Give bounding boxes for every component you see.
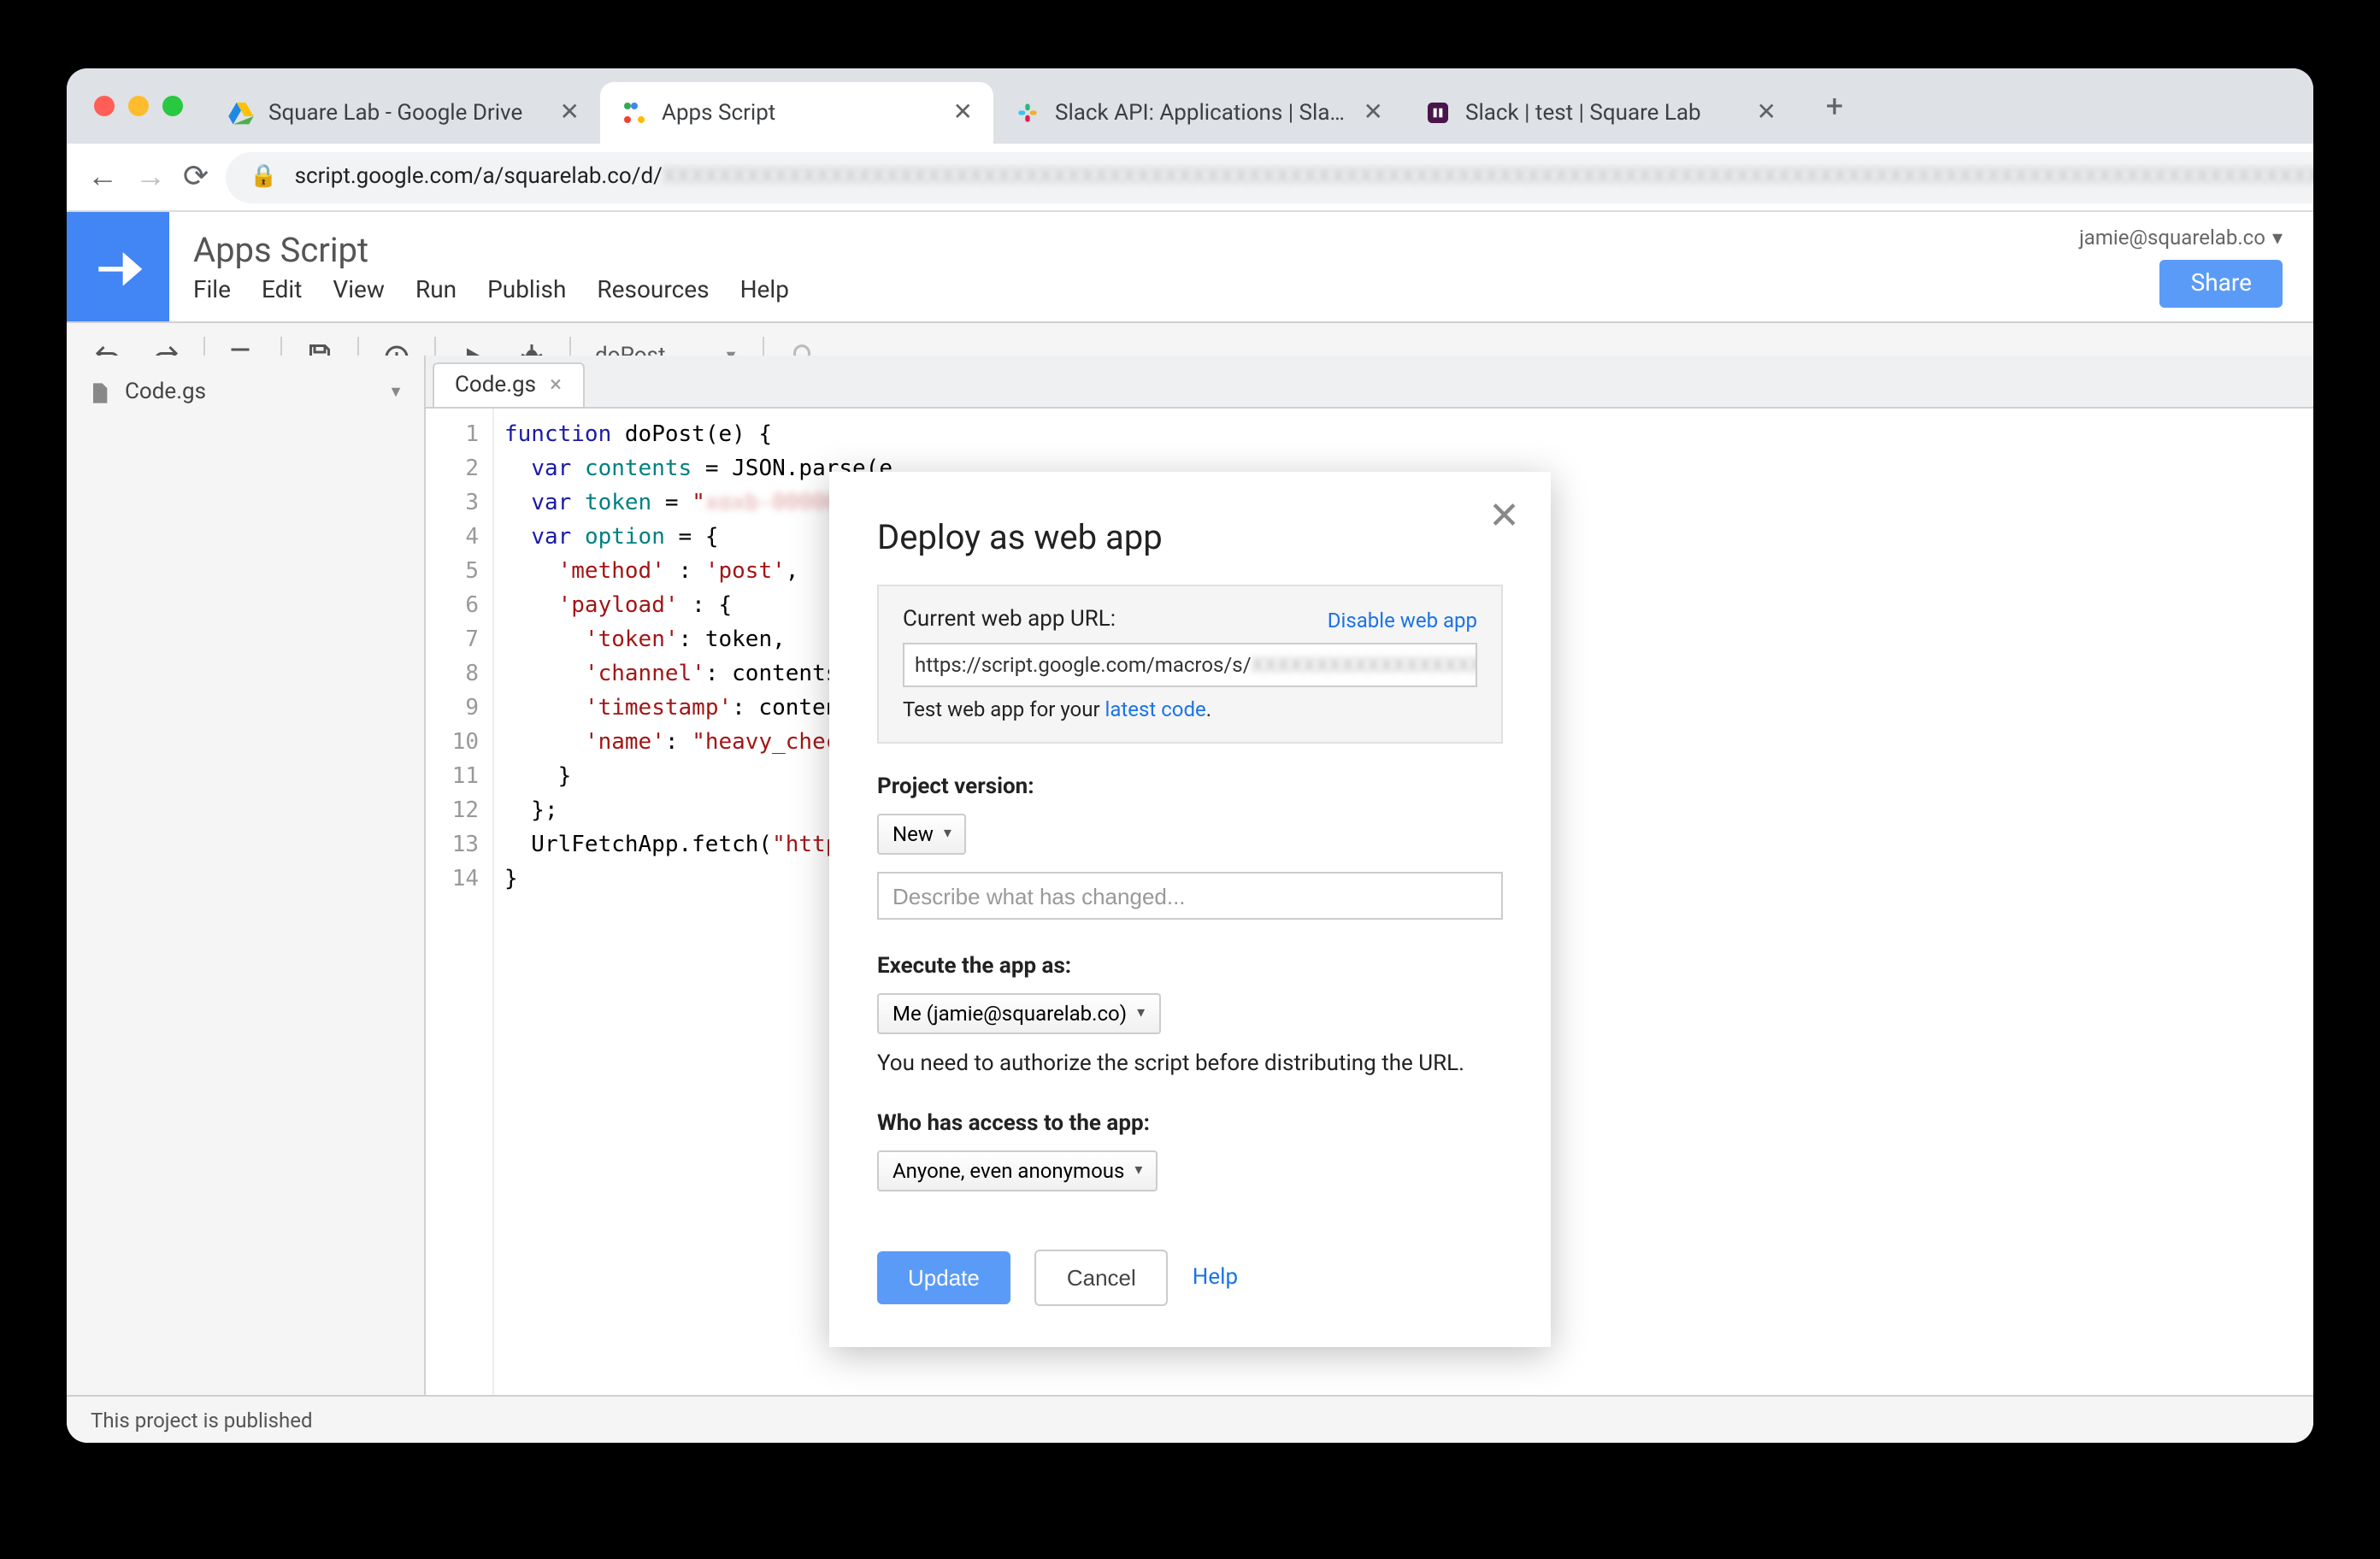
header-right: jamie@squarelab.co ▾ Share — [2079, 212, 2313, 321]
menu-bar: File Edit View Run Publish Resources Hel… — [193, 277, 2055, 304]
tab-apps-script[interactable]: Apps Script ✕ — [600, 82, 993, 144]
chevron-down-icon[interactable]: ▼ — [388, 383, 404, 402]
authorize-note: You need to authorize the script before … — [877, 1051, 1503, 1077]
tab-slack-api[interactable]: Slack API: Applications | Slack ✕ — [993, 82, 1404, 144]
status-text: This project is published — [91, 1408, 313, 1432]
menu-resources[interactable]: Resources — [597, 277, 709, 304]
arrow-icon — [89, 238, 147, 296]
url-text: script.google.com/a/squarelab.co/d/XXXXX… — [295, 164, 2313, 190]
window-controls — [84, 96, 207, 116]
caret-icon: ▾ — [1134, 1162, 1142, 1180]
version-select[interactable]: New ▾ — [877, 814, 967, 855]
describe-input[interactable] — [877, 872, 1503, 920]
file-sidebar: Code.gs ▼ — [67, 356, 426, 1395]
execute-value: Me (jamie@squarelab.co) — [892, 1002, 1127, 1026]
deploy-dialog: ✕ Deploy as web app Current web app URL:… — [829, 472, 1551, 1347]
url-bar: ← → ⟳ 🔒 script.google.com/a/squarelab.co… — [67, 144, 2313, 212]
tab-title: Slack API: Applications | Slack — [1055, 100, 1350, 126]
menu-view[interactable]: View — [333, 277, 385, 304]
window-minimize[interactable] — [128, 96, 149, 116]
execute-label: Execute the app as: — [877, 954, 1503, 980]
dialog-close[interactable]: ✕ — [1488, 496, 1520, 538]
version-value: New — [892, 822, 934, 846]
file-name: Code.gs — [125, 379, 206, 405]
app-title: Apps Script — [193, 229, 2055, 270]
file-item[interactable]: Code.gs ▼ — [67, 369, 424, 415]
reload-button[interactable]: ⟳ — [183, 159, 209, 195]
lock-icon: 🔒 — [250, 164, 277, 190]
menu-edit[interactable]: Edit — [262, 277, 302, 304]
tab-drive[interactable]: Square Lab - Google Drive ✕ — [207, 82, 600, 144]
close-icon[interactable]: × — [550, 373, 562, 398]
caret-icon: ▾ — [1137, 1005, 1145, 1022]
disable-link[interactable]: Disable web app — [1328, 608, 1477, 632]
access-value: Anyone, even anonymous — [892, 1159, 1124, 1183]
menu-publish[interactable]: Publish — [487, 277, 566, 304]
close-icon[interactable]: ✕ — [1364, 99, 1383, 126]
test-line: Test web app for your latest code. — [903, 697, 1477, 721]
user-email[interactable]: jamie@squarelab.co ▾ — [2079, 226, 2283, 250]
slack-workspace-icon — [1424, 99, 1452, 126]
status-bar: This project is published — [67, 1395, 2313, 1443]
window-close[interactable] — [94, 96, 115, 116]
access-label: Who has access to the app: — [877, 1111, 1503, 1137]
forward-button[interactable]: → — [135, 159, 166, 195]
tab-slack-workspace[interactable]: Slack | test | Square Lab ✕ — [1404, 82, 1797, 144]
back-button[interactable]: ← — [87, 159, 118, 195]
close-icon[interactable]: ✕ — [1757, 99, 1776, 126]
close-icon[interactable]: ✕ — [953, 99, 973, 126]
menu-file[interactable]: File — [193, 277, 231, 304]
current-url-box: Current web app URL: Disable web app htt… — [877, 585, 1503, 744]
address-bar[interactable]: 🔒 script.google.com/a/squarelab.co/d/XXX… — [226, 151, 2313, 203]
tab-title: Apps Script — [662, 100, 940, 126]
app-logo[interactable] — [67, 212, 169, 321]
tab-strip: Square Lab - Google Drive ✕ Apps Script … — [67, 68, 2313, 144]
caret-icon: ▾ — [944, 826, 951, 843]
share-button[interactable]: Share — [2160, 260, 2283, 308]
current-url-label: Current web app URL: — [903, 607, 1116, 632]
apps-script-icon — [621, 99, 648, 126]
menu-run[interactable]: Run — [415, 277, 457, 304]
editor-tab-name: Code.gs — [455, 373, 536, 398]
drive-icon — [227, 99, 255, 126]
version-label: Project version: — [877, 774, 1503, 800]
execute-select[interactable]: Me (jamie@squarelab.co) ▾ — [877, 993, 1160, 1034]
tab-title: Slack | test | Square Lab — [1465, 100, 1743, 126]
url-field[interactable]: https://script.google.com/macros/s/XXXXX… — [903, 643, 1477, 687]
close-icon[interactable]: ✕ — [560, 99, 580, 126]
title-block: Apps Script File Edit View Run Publish R… — [169, 212, 2079, 321]
slack-icon — [1014, 99, 1041, 126]
menu-help[interactable]: Help — [740, 277, 789, 304]
window-maximize[interactable] — [162, 96, 183, 116]
chevron-down-icon: ▾ — [2272, 226, 2283, 250]
editor-tabs: Code.gs × — [426, 356, 2313, 409]
browser-window: Square Lab - Google Drive ✕ Apps Script … — [67, 68, 2313, 1443]
line-gutter: 1234567891011121314 — [426, 409, 494, 1395]
cancel-button[interactable]: Cancel — [1034, 1250, 1169, 1306]
new-tab-button[interactable]: + — [1811, 82, 1859, 130]
dialog-title: Deploy as web app — [877, 516, 1503, 557]
editor-tab[interactable]: Code.gs × — [433, 362, 584, 407]
access-select[interactable]: Anyone, even anonymous ▾ — [877, 1150, 1158, 1191]
file-icon — [87, 380, 111, 404]
app-header: Apps Script File Edit View Run Publish R… — [67, 212, 2313, 323]
dialog-actions: Update Cancel Help — [877, 1250, 1503, 1306]
help-link[interactable]: Help — [1193, 1265, 1238, 1291]
update-button[interactable]: Update — [877, 1251, 1010, 1304]
tab-title: Square Lab - Google Drive — [268, 100, 546, 126]
latest-code-link[interactable]: latest code — [1105, 697, 1206, 721]
